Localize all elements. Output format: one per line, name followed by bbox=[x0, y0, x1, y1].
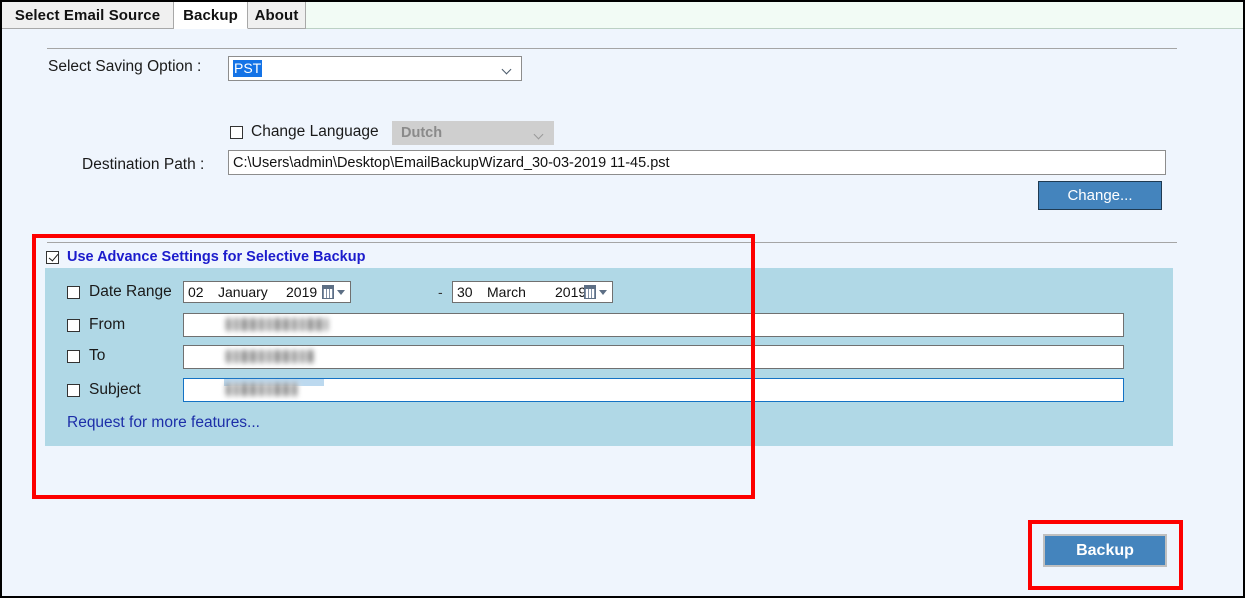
saving-option-select[interactable]: PST bbox=[228, 56, 522, 81]
date-from-day: 02 bbox=[188, 284, 204, 300]
tab-backup[interactable]: Backup bbox=[174, 2, 248, 29]
destination-path-input[interactable] bbox=[228, 150, 1166, 175]
tab-label: Backup bbox=[183, 6, 238, 24]
date-to-month: March bbox=[487, 284, 526, 300]
request-more-features-link[interactable]: Request for more features... bbox=[67, 414, 260, 432]
advance-settings-header: Use Advance Settings for Selective Backu… bbox=[46, 249, 365, 265]
change-language-checkbox[interactable] bbox=[230, 125, 243, 139]
destination-path-label: Destination Path : bbox=[82, 156, 205, 173]
change-language-label: Change Language bbox=[251, 123, 379, 140]
from-input[interactable] bbox=[183, 313, 1124, 337]
chevron-down-icon bbox=[535, 131, 544, 140]
calendar-icon[interactable] bbox=[322, 285, 346, 300]
change-language-row: Change Language bbox=[230, 123, 379, 141]
saving-option-label: Select Saving Option : bbox=[48, 58, 202, 75]
tab-label: Select Email Source bbox=[14, 6, 161, 24]
date-from-year: 2019 bbox=[286, 284, 318, 300]
backup-button[interactable]: Backup bbox=[1043, 534, 1167, 567]
language-select: Dutch bbox=[392, 121, 554, 145]
chevron-down-icon bbox=[503, 66, 512, 75]
tab-strip: Select Email Source Backup About bbox=[2, 2, 1243, 29]
tab-select-email-source[interactable]: Select Email Source bbox=[2, 2, 174, 29]
from-row: From bbox=[67, 316, 125, 334]
subject-input[interactable] bbox=[183, 378, 1124, 402]
date-range-row: Date Range bbox=[67, 283, 172, 301]
divider-advance-settings bbox=[47, 242, 1177, 243]
application-window: Select Email Source Backup About Select … bbox=[0, 0, 1245, 598]
tab-label: About bbox=[254, 6, 299, 24]
change-destination-button[interactable]: Change... bbox=[1038, 181, 1162, 210]
date-to-picker[interactable]: 30 March 2019 bbox=[452, 281, 613, 303]
to-checkbox[interactable] bbox=[67, 349, 80, 363]
divider-top bbox=[47, 48, 1177, 49]
language-value: Dutch bbox=[401, 125, 443, 141]
calendar-icon[interactable] bbox=[584, 285, 608, 300]
date-from-picker[interactable]: 02 January 2019 bbox=[183, 281, 351, 303]
date-to-day: 30 bbox=[457, 284, 473, 300]
date-range-checkbox[interactable] bbox=[67, 285, 80, 299]
advance-settings-checkbox[interactable] bbox=[46, 250, 59, 264]
to-label: To bbox=[89, 347, 106, 364]
saving-option-value: PST bbox=[233, 60, 263, 77]
date-from-month: January bbox=[218, 284, 268, 300]
date-to-year: 2019 bbox=[555, 284, 587, 300]
subject-row: Subject bbox=[67, 381, 141, 399]
from-label: From bbox=[89, 316, 126, 333]
from-checkbox[interactable] bbox=[67, 318, 80, 332]
advance-settings-label: Use Advance Settings for Selective Backu… bbox=[67, 249, 366, 265]
date-range-label: Date Range bbox=[89, 283, 172, 300]
to-row: To bbox=[67, 347, 105, 365]
tab-about[interactable]: About bbox=[248, 2, 306, 29]
to-input[interactable] bbox=[183, 345, 1124, 369]
advance-settings-panel: Date Range 02 January 2019 - 30 March 20… bbox=[45, 268, 1173, 446]
subject-checkbox[interactable] bbox=[67, 383, 80, 397]
subject-label: Subject bbox=[89, 381, 141, 398]
date-range-separator: - bbox=[438, 284, 443, 300]
